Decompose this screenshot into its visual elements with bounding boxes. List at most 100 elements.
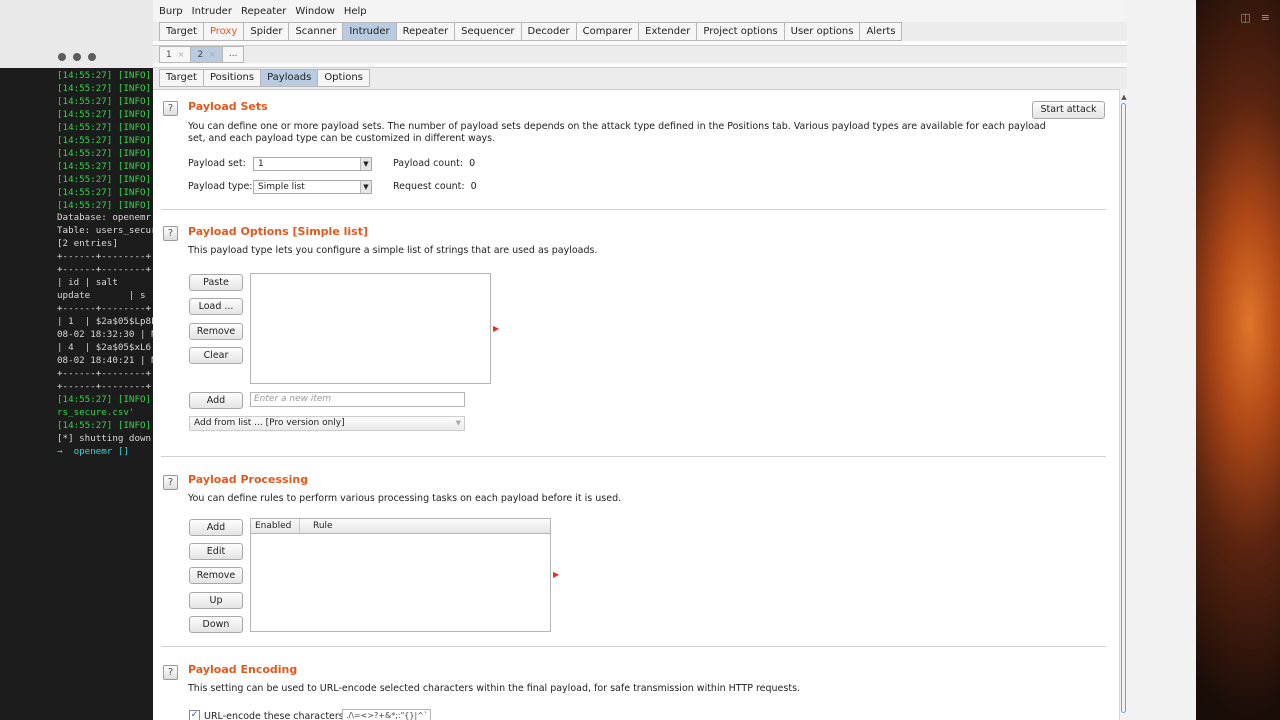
tab-alerts[interactable]: Alerts bbox=[860, 22, 903, 41]
attack-tab-label: ... bbox=[228, 49, 238, 59]
menu-help[interactable]: Help bbox=[344, 6, 367, 17]
terminal-line: | id | salt bbox=[57, 277, 118, 289]
chevron-down-icon: ▼ bbox=[455, 419, 461, 427]
terminal-line: [14:55:27] [INFO] bbox=[57, 393, 152, 405]
scroll-thumb[interactable] bbox=[1121, 103, 1126, 713]
payload-set-select[interactable]: 1 ▼ bbox=[253, 157, 372, 171]
terminal-titlebar bbox=[0, 0, 153, 68]
table-header: Enabled Rule bbox=[251, 519, 550, 534]
col-enabled[interactable]: Enabled bbox=[251, 519, 300, 533]
terminal-line: [*] shutting down bbox=[57, 432, 152, 444]
section-divider bbox=[161, 209, 1106, 210]
down-rule-button[interactable]: Down bbox=[189, 616, 243, 633]
col-rule[interactable]: Rule bbox=[309, 519, 550, 533]
vertical-scrollbar[interactable]: ▲ bbox=[1119, 89, 1127, 720]
section-divider bbox=[161, 646, 1106, 647]
menu-bar: Burp Intruder Repeater Window Help bbox=[153, 0, 1127, 22]
tab-scanner[interactable]: Scanner bbox=[289, 22, 344, 41]
sidebar-icon[interactable]: ◫ bbox=[1240, 11, 1250, 24]
section-title-payload-options: Payload Options [Simple list] bbox=[188, 225, 368, 238]
tab-user-options[interactable]: User options bbox=[784, 22, 861, 41]
subtab-payloads[interactable]: Payloads bbox=[261, 69, 319, 87]
subtab-positions[interactable]: Positions bbox=[203, 69, 262, 87]
add-item-button[interactable]: Add bbox=[189, 392, 243, 409]
section-desc: You can define rules to perform various … bbox=[188, 493, 622, 504]
url-encode-checkbox[interactable]: ✓ bbox=[189, 710, 200, 720]
subtab-options[interactable]: Options bbox=[318, 69, 370, 87]
help-icon[interactable]: ? bbox=[163, 101, 178, 116]
attack-tab[interactable]: ... bbox=[222, 46, 245, 63]
menu-burp[interactable]: Burp bbox=[159, 6, 183, 17]
payload-type-select[interactable]: Simple list ▼ bbox=[253, 180, 372, 194]
section-title-payload-sets: Payload Sets bbox=[188, 100, 268, 113]
start-attack-button[interactable]: Start attack bbox=[1032, 101, 1105, 119]
terminal-line: 08-02 18:40:21 | N bbox=[57, 354, 153, 366]
burp-window: Burp Intruder Repeater Window Help Target Pro… bbox=[153, 0, 1127, 720]
attack-tab[interactable]: 1 × bbox=[159, 46, 192, 63]
terminal-line: +------+--------+ bbox=[57, 303, 152, 315]
terminal-line: [14:55:27] [INFO] bbox=[57, 419, 152, 431]
load-button[interactable]: Load ... bbox=[189, 298, 243, 315]
close-dot-icon[interactable] bbox=[58, 53, 66, 61]
close-icon[interactable]: × bbox=[209, 50, 216, 59]
expand-arrow-icon[interactable]: ▶ bbox=[493, 324, 499, 333]
terminal-line: [14:55:27] [INFO] bbox=[57, 160, 152, 172]
help-icon[interactable]: ? bbox=[163, 226, 178, 241]
terminal-line: [14:55:27] [INFO] bbox=[57, 199, 152, 211]
up-rule-button[interactable]: Up bbox=[189, 592, 243, 609]
request-count-value: 0 bbox=[470, 181, 477, 192]
minimize-dot-icon[interactable] bbox=[73, 53, 81, 61]
section-title-payload-processing: Payload Processing bbox=[188, 473, 309, 486]
section-divider bbox=[161, 456, 1106, 457]
scroll-up-icon[interactable]: ▲ bbox=[1120, 93, 1128, 101]
subtab-target[interactable]: Target bbox=[159, 69, 204, 87]
tab-spider[interactable]: Spider bbox=[244, 22, 290, 41]
paste-button[interactable]: Paste bbox=[189, 274, 243, 291]
add-from-list-value: Add from list ... [Pro version only] bbox=[194, 418, 345, 428]
terminal-line: [14:55:27] [INFO] bbox=[57, 70, 152, 81]
tab-decoder[interactable]: Decoder bbox=[521, 22, 577, 41]
close-icon[interactable]: × bbox=[178, 50, 185, 59]
remove-rule-button[interactable]: Remove bbox=[189, 567, 243, 584]
payload-list[interactable] bbox=[250, 273, 491, 384]
tab-repeater[interactable]: Repeater bbox=[396, 22, 456, 41]
terminal-line: Table: users_secure bbox=[57, 225, 153, 237]
tab-target[interactable]: Target bbox=[159, 22, 204, 41]
tab-comparer[interactable]: Comparer bbox=[576, 22, 640, 41]
terminal-window: [14:55:27] [INFO] [14:55:27] [INFO] [14:55… bbox=[0, 0, 153, 720]
menu-window[interactable]: Window bbox=[295, 6, 334, 17]
edit-rule-button[interactable]: Edit bbox=[189, 543, 243, 560]
payload-set-value: 1 bbox=[258, 159, 264, 169]
tab-project-options[interactable]: Project options bbox=[697, 22, 785, 41]
tab-sequencer[interactable]: Sequencer bbox=[455, 22, 522, 41]
section-desc: This payload type lets you configure a s… bbox=[188, 245, 598, 256]
payload-type-label: Payload type: bbox=[188, 181, 253, 192]
processing-rules-table[interactable]: Enabled Rule bbox=[250, 518, 551, 632]
add-from-list-select[interactable]: Add from list ... [Pro version only] ▼ bbox=[189, 416, 465, 431]
terminal-line: 08-02 18:32:30 | N bbox=[57, 329, 153, 341]
attack-tab[interactable]: 2 × bbox=[191, 46, 223, 63]
terminal-line: update | s bbox=[57, 290, 146, 302]
section-desc: You can define one or more payload sets.… bbox=[188, 121, 1046, 144]
desktop-wallpaper bbox=[1126, 0, 1280, 720]
terminal-line: [14:55:27] [INFO] bbox=[57, 134, 152, 146]
help-icon[interactable]: ? bbox=[163, 475, 178, 490]
help-icon[interactable]: ? bbox=[163, 665, 178, 680]
clear-button[interactable]: Clear bbox=[189, 347, 243, 364]
remove-button[interactable]: Remove bbox=[189, 323, 243, 340]
add-rule-button[interactable]: Add bbox=[189, 519, 243, 536]
terminal-line: | 1 | $2a$05$Lp8F bbox=[57, 316, 153, 328]
terminal-line: Database: openemr bbox=[57, 212, 152, 224]
section-desc: This setting can be used to URL-encode s… bbox=[188, 683, 801, 694]
menu-repeater[interactable]: Repeater bbox=[241, 6, 286, 17]
new-item-input[interactable]: Enter a new item bbox=[250, 392, 465, 407]
terminal-line: +------+--------+ bbox=[57, 264, 152, 276]
menu-icon[interactable]: ≡ bbox=[1261, 11, 1270, 24]
menu-intruder[interactable]: Intruder bbox=[192, 6, 232, 17]
expand-arrow-icon[interactable]: ▶ bbox=[553, 570, 559, 579]
tab-extender[interactable]: Extender bbox=[639, 22, 698, 41]
tab-intruder[interactable]: Intruder bbox=[343, 22, 397, 41]
zoom-dot-icon[interactable] bbox=[88, 53, 96, 61]
url-encode-chars-input[interactable]: ./\=<>?+&*;:"{}|^` bbox=[342, 709, 431, 720]
tab-proxy[interactable]: Proxy bbox=[203, 22, 245, 41]
